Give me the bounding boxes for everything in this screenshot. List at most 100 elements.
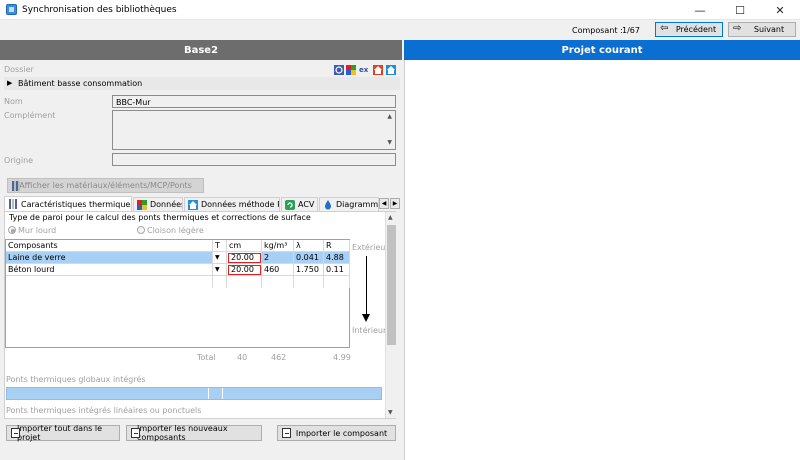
show-materials-label: Afficher les matériaux/éléments/MCP/Pont… [19, 181, 192, 190]
export-icon-text: ex [359, 66, 369, 74]
vertical-scrollbar[interactable]: ▲ ▼ [385, 212, 396, 418]
tab-thermal-label: Caractéristiques thermiques [21, 199, 132, 209]
table-cell-cm[interactable]: 20.00 [227, 252, 262, 264]
import-one-button[interactable]: Importer le composant [277, 425, 396, 441]
scrollbar-thumb[interactable] [387, 225, 396, 345]
composant-label: Composant : [572, 26, 623, 35]
total-kg: 462 [271, 353, 287, 362]
tab-scroll-right-button[interactable]: ▶ [390, 198, 400, 209]
interieur-label: Intérieur [352, 326, 387, 335]
table-row-name[interactable]: Béton lourd [6, 264, 213, 276]
scroll-up-icon[interactable]: ▲ [387, 113, 392, 120]
show-materials-button[interactable]: Afficher les matériaux/éléments/MCP/Pont… [7, 178, 204, 193]
import-document-icon [131, 428, 140, 438]
tab-rts-method[interactable]: Données méthode RTS [184, 197, 280, 211]
flow-arrow-line [366, 256, 367, 316]
origine-field[interactable] [112, 153, 396, 166]
maximize-button[interactable]: ☐ [720, 0, 760, 20]
total-label: Total [197, 353, 216, 362]
column-header-cm[interactable]: cm [227, 240, 262, 252]
import-document-icon [11, 428, 20, 438]
close-icon: ✕ [775, 3, 785, 17]
table-cell-kg[interactable]: 460 [262, 264, 294, 276]
cm-input[interactable]: 20.00 [228, 252, 261, 263]
t-marker-icon[interactable]: ▼ [213, 252, 227, 264]
origine-label: Origine [4, 156, 34, 165]
ponts-lineaires-label: Ponts thermiques intégrés linéaires ou p… [6, 406, 202, 415]
scroll-up-icon[interactable]: ▲ [388, 214, 393, 221]
table-empty-cell [294, 276, 324, 288]
table-cell-r[interactable]: 4.88 [324, 252, 350, 264]
tab-scroll-left-button[interactable]: ◀ [379, 198, 389, 209]
right-panel [404, 40, 800, 460]
column-header-r[interactable]: R [324, 240, 350, 252]
dossier-value: Bâtiment basse consommation [18, 79, 143, 88]
house-red-icon[interactable] [373, 65, 383, 75]
rt-data-icon [137, 200, 147, 210]
radio-cloison-legere-label: Cloison légère [147, 226, 204, 235]
minimize-button[interactable]: — [680, 0, 720, 20]
total-r: 4.99 [333, 353, 351, 362]
export-icon[interactable]: ex [358, 65, 370, 75]
table-cell-lambda[interactable]: 0.041 [294, 252, 324, 264]
tab-acv[interactable]: ACV [281, 197, 318, 211]
dossier-label: Dossier [4, 65, 34, 74]
arrow-down-icon [362, 314, 370, 322]
scroll-down-icon[interactable]: ▼ [387, 139, 392, 146]
radio-cloison-legere[interactable] [137, 226, 145, 234]
exterieur-label: Extérieur [352, 243, 389, 252]
tab-rts-method-label: Données méthode RTS [201, 200, 279, 209]
table-cell-lambda[interactable]: 1.750 [294, 264, 324, 276]
complement-label: Complément [4, 111, 56, 120]
table-empty-cell [262, 276, 294, 288]
cm-input[interactable]: 20.00 [228, 264, 261, 275]
column-header-composants[interactable]: Composants [6, 240, 213, 252]
radio-mur-lourd-label: Mur lourd [18, 226, 57, 235]
tab-diagram[interactable]: Diagramme de [319, 197, 379, 211]
import-document-icon [282, 428, 291, 438]
window-title: Synchronisation des bibliothèques [22, 5, 177, 15]
nom-label: Nom [4, 97, 23, 106]
droplet-icon [323, 200, 333, 210]
import-all-button[interactable]: Importer tout dans le projet [6, 424, 120, 442]
ponts-globaux-label: Ponts thermiques globaux intégrés [6, 375, 146, 384]
palette-icon[interactable] [346, 65, 356, 75]
table-row-name[interactable]: Laine de verre [6, 252, 213, 264]
arrow-left-icon: ⇦ [660, 23, 669, 34]
close-button[interactable]: ✕ [760, 0, 800, 20]
previous-button[interactable]: ⇦ Précédent [655, 22, 723, 37]
scroll-down-icon[interactable]: ▼ [388, 409, 393, 416]
tab-diagram-label: Diagramme de [336, 200, 379, 209]
nom-field[interactable]: BBC-Mur [112, 95, 396, 108]
tab-thermal[interactable]: Caractéristiques thermiques [4, 196, 132, 211]
table-empty-cell [227, 276, 262, 288]
table-cell-cm[interactable]: 20.00 [227, 264, 262, 276]
import-new-button[interactable]: Importer les nouveaux composants [126, 424, 262, 442]
table-cell-kg[interactable]: 2 [262, 252, 294, 264]
settings-icon[interactable] [334, 65, 344, 75]
import-all-label: Importer tout dans le projet [17, 424, 102, 442]
t-marker-icon[interactable]: ▼ [213, 264, 227, 276]
expand-arrow-icon: ▶ [7, 79, 13, 87]
column-separator [222, 388, 223, 399]
column-header-t[interactable]: T [213, 240, 227, 252]
tab-rt-data[interactable]: Données RT [133, 197, 183, 211]
table-cell-r[interactable]: 0.11 [324, 264, 350, 276]
radio-mur-lourd[interactable] [8, 226, 16, 234]
next-button[interactable]: ⇨ Suivant [728, 22, 796, 37]
composant-count: 1/67 [622, 26, 640, 35]
column-header-lambda[interactable]: λ [294, 240, 324, 252]
house-blue-icon[interactable] [386, 65, 396, 75]
layers-icon [12, 181, 20, 191]
complement-field[interactable]: ▲ ▼ [112, 110, 396, 150]
dossier-selector[interactable]: ▶ Bâtiment basse consommation [4, 77, 400, 90]
t-marker-glyph: ▼ [215, 266, 220, 273]
thermal-icon [8, 199, 18, 209]
ponts-globaux-row[interactable] [6, 387, 382, 400]
import-one-label: Importer le composant [295, 428, 388, 438]
next-button-label: Suivant [753, 25, 785, 34]
left-panel-header: Base2 [0, 40, 402, 60]
minimize-icon: — [694, 3, 706, 17]
import-new-label: Importer les nouveaux composants [137, 424, 228, 442]
column-header-kgm3[interactable]: kg/m³ [262, 240, 294, 252]
